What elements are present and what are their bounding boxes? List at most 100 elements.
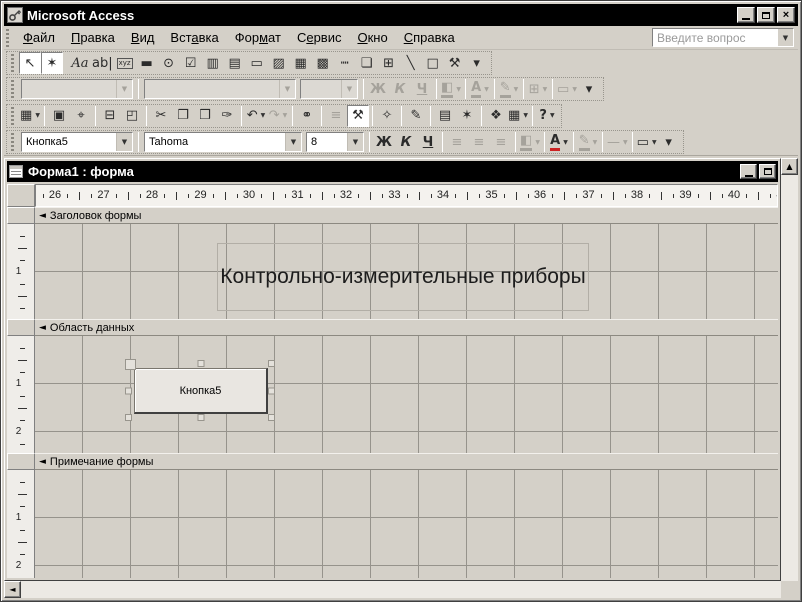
- gridlines-button[interactable]: ⊞▼: [527, 78, 549, 100]
- option-group-button[interactable]: xyz: [114, 52, 136, 74]
- object-combo[interactable]: ▼: [21, 79, 133, 99]
- toggle-button-button[interactable]: ▬: [136, 52, 158, 74]
- align-center-button[interactable]: ≡: [468, 131, 490, 153]
- chevron-down-icon[interactable]: ▼: [116, 80, 132, 98]
- align-left-button[interactable]: ≡: [446, 131, 468, 153]
- chevron-down-icon[interactable]: ▼: [652, 139, 657, 146]
- cut-button[interactable]: ✂: [150, 105, 172, 127]
- close-button[interactable]: ×: [777, 7, 795, 23]
- selection-handle-tr[interactable]: [268, 360, 275, 367]
- chevron-down-icon[interactable]: ▼: [279, 80, 295, 98]
- label-button[interactable]: Aa: [69, 52, 91, 74]
- redo-button[interactable]: ↷▼: [267, 105, 289, 127]
- chevron-down-icon[interactable]: ▼: [35, 112, 40, 119]
- print-button[interactable]: ⊟: [99, 105, 121, 127]
- object-combo[interactable]: Кнопка5▼: [21, 132, 133, 152]
- selection-handle-l[interactable]: [125, 387, 132, 394]
- combo-box-button[interactable]: ▥: [202, 52, 224, 74]
- section-bar-form-footer[interactable]: ◄Примечание формы: [35, 453, 778, 470]
- font-size-combo[interactable]: 8▼: [306, 132, 364, 152]
- search-button[interactable]: ⌖: [70, 105, 92, 127]
- section-grid-detail[interactable]: Кнопка5: [35, 336, 778, 453]
- chevron-down-icon[interactable]: ▼: [341, 80, 357, 98]
- chevron-down-icon[interactable]: ▼: [572, 86, 577, 93]
- list-box-button[interactable]: ▤: [224, 52, 246, 74]
- properties-button[interactable]: ▤: [434, 105, 456, 127]
- selection-handle-b[interactable]: [197, 414, 204, 421]
- print-preview-button[interactable]: ◰: [121, 105, 143, 127]
- chevron-down-icon[interactable]: ▼: [778, 29, 793, 46]
- vertical-ruler[interactable]: 1: [7, 224, 35, 319]
- rectangle-button[interactable]: □: [422, 52, 444, 74]
- line-color-button[interactable]: ✎▼: [498, 78, 520, 100]
- toolbar-drag-handle[interactable]: [6, 29, 11, 47]
- selection-handle-br[interactable]: [268, 414, 275, 421]
- font-color-button[interactable]: А▼: [548, 131, 570, 153]
- minimize-button[interactable]: [737, 7, 755, 23]
- chevron-down-icon[interactable]: ▼: [456, 86, 461, 93]
- restore-button[interactable]: [757, 7, 775, 23]
- bold-button[interactable]: Ж: [367, 78, 389, 100]
- special-effect-button[interactable]: ▭▼: [556, 78, 578, 100]
- underline-button[interactable]: Ч: [417, 131, 439, 153]
- field-list-button[interactable]: ≡: [325, 105, 347, 127]
- vertical-ruler[interactable]: 12: [7, 336, 35, 453]
- menu-item-file[interactable]: Файл: [15, 27, 63, 48]
- database-window-button[interactable]: ❖: [485, 105, 507, 127]
- check-box-button[interactable]: ☑: [180, 52, 202, 74]
- chevron-down-icon[interactable]: ▼: [285, 133, 301, 151]
- scroll-up-button[interactable]: ▲: [781, 158, 798, 175]
- subform-subreport-button[interactable]: ⊞: [378, 52, 400, 74]
- toolbar-drag-handle[interactable]: [11, 54, 16, 72]
- menu-item-edit[interactable]: Правка: [63, 27, 123, 48]
- fill-color-button[interactable]: ◧▼: [519, 131, 541, 153]
- selection-handle-t[interactable]: [197, 360, 204, 367]
- unbound-object-frame-button[interactable]: ▦: [290, 52, 312, 74]
- toolbox-button[interactable]: ⚒: [347, 105, 369, 127]
- line-width-button[interactable]: —▼: [606, 131, 629, 153]
- ask-question-combo[interactable]: Введите вопрос ▼: [652, 28, 794, 47]
- select-objects-button[interactable]: ↖: [19, 52, 41, 74]
- view-button[interactable]: ▦▼: [19, 105, 41, 127]
- toolbar-options-button[interactable]: ▾: [466, 52, 488, 74]
- insert-hyperlink-button[interactable]: ⚭: [296, 105, 318, 127]
- toolbar-drag-handle[interactable]: [11, 107, 16, 125]
- italic-button[interactable]: К: [389, 78, 411, 100]
- chevron-down-icon[interactable]: ▼: [593, 139, 598, 146]
- menu-item-window[interactable]: Окно: [349, 27, 395, 48]
- format-painter-button[interactable]: ✑: [216, 105, 238, 127]
- chevron-down-icon[interactable]: ▼: [535, 139, 540, 146]
- menu-item-help[interactable]: Справка: [396, 27, 463, 48]
- menu-item-view[interactable]: Вид: [123, 27, 163, 48]
- chevron-down-icon[interactable]: ▼: [550, 112, 555, 119]
- chevron-down-icon[interactable]: ▼: [283, 112, 288, 119]
- vertical-ruler[interactable]: 12: [7, 470, 35, 578]
- image-button[interactable]: ▨: [268, 52, 290, 74]
- form-maximize-button[interactable]: [759, 164, 776, 179]
- undo-button[interactable]: ↶▼: [245, 105, 267, 127]
- chevron-down-icon[interactable]: ▼: [623, 139, 628, 146]
- bound-object-frame-button[interactable]: ▩: [312, 52, 334, 74]
- font-combo[interactable]: Tahoma▼: [144, 132, 302, 152]
- chevron-down-icon[interactable]: ▼: [514, 86, 519, 93]
- chevron-down-icon[interactable]: ▼: [523, 112, 528, 119]
- italic-button[interactable]: К: [395, 131, 417, 153]
- control-wizards-button[interactable]: ✶: [41, 52, 63, 74]
- fill-color-button[interactable]: ◧▼: [440, 78, 462, 100]
- chevron-down-icon[interactable]: ▼: [563, 139, 568, 146]
- line-color-button[interactable]: ✎▼: [577, 131, 599, 153]
- option-button-button[interactable]: ⊙: [158, 52, 180, 74]
- tab-control-button[interactable]: ❏: [356, 52, 378, 74]
- section-grid-form-footer[interactable]: [35, 470, 778, 578]
- command-button-button[interactable]: ▭: [246, 52, 268, 74]
- toolbar-drag-handle[interactable]: [11, 133, 16, 151]
- paste-button[interactable]: ❒: [194, 105, 216, 127]
- font-color-button[interactable]: А▼: [469, 78, 491, 100]
- save-button[interactable]: ▣: [48, 105, 70, 127]
- horizontal-scrollbar[interactable]: ◄: [4, 581, 781, 598]
- section-bar-form-header[interactable]: ◄Заголовок формы: [35, 207, 778, 224]
- chevron-down-icon[interactable]: ▼: [543, 86, 548, 93]
- bold-button[interactable]: Ж: [373, 131, 395, 153]
- form-title-bar[interactable]: Форма1 : форма: [7, 161, 778, 182]
- toolbar-options-button[interactable]: ▾: [658, 131, 680, 153]
